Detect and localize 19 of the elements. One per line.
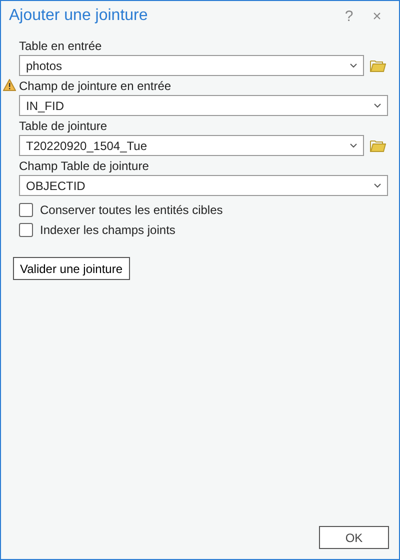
dropdown-field[interactable]: IN_FID <box>19 95 388 116</box>
caret-icon <box>374 183 381 188</box>
dropdown-field[interactable]: photos <box>19 55 364 76</box>
caret-icon <box>350 143 357 148</box>
dropdown-field[interactable]: OBJECTID <box>19 175 388 196</box>
field-label: Champ Table de jointure <box>19 159 149 173</box>
caret-icon <box>374 103 381 108</box>
field-label: Champ de jointure en entrée <box>19 79 172 93</box>
field-label: Table de jointure <box>19 119 108 133</box>
dropdown-field[interactable]: T20220920_1504_Tue <box>19 135 364 156</box>
checkbox-label: Indexer les champs joints <box>40 223 176 237</box>
field-label: Table en entrée <box>19 39 102 53</box>
checkbox-label: Conserver toutes les entités cibles <box>40 203 223 217</box>
validate-button[interactable]: Valider une jointure <box>13 257 130 280</box>
caret-icon <box>350 63 357 68</box>
checkbox[interactable] <box>19 203 33 217</box>
checkbox[interactable] <box>19 223 33 237</box>
ok-button[interactable]: OK <box>319 526 389 549</box>
window-title: Ajouter une jointure <box>9 7 149 25</box>
